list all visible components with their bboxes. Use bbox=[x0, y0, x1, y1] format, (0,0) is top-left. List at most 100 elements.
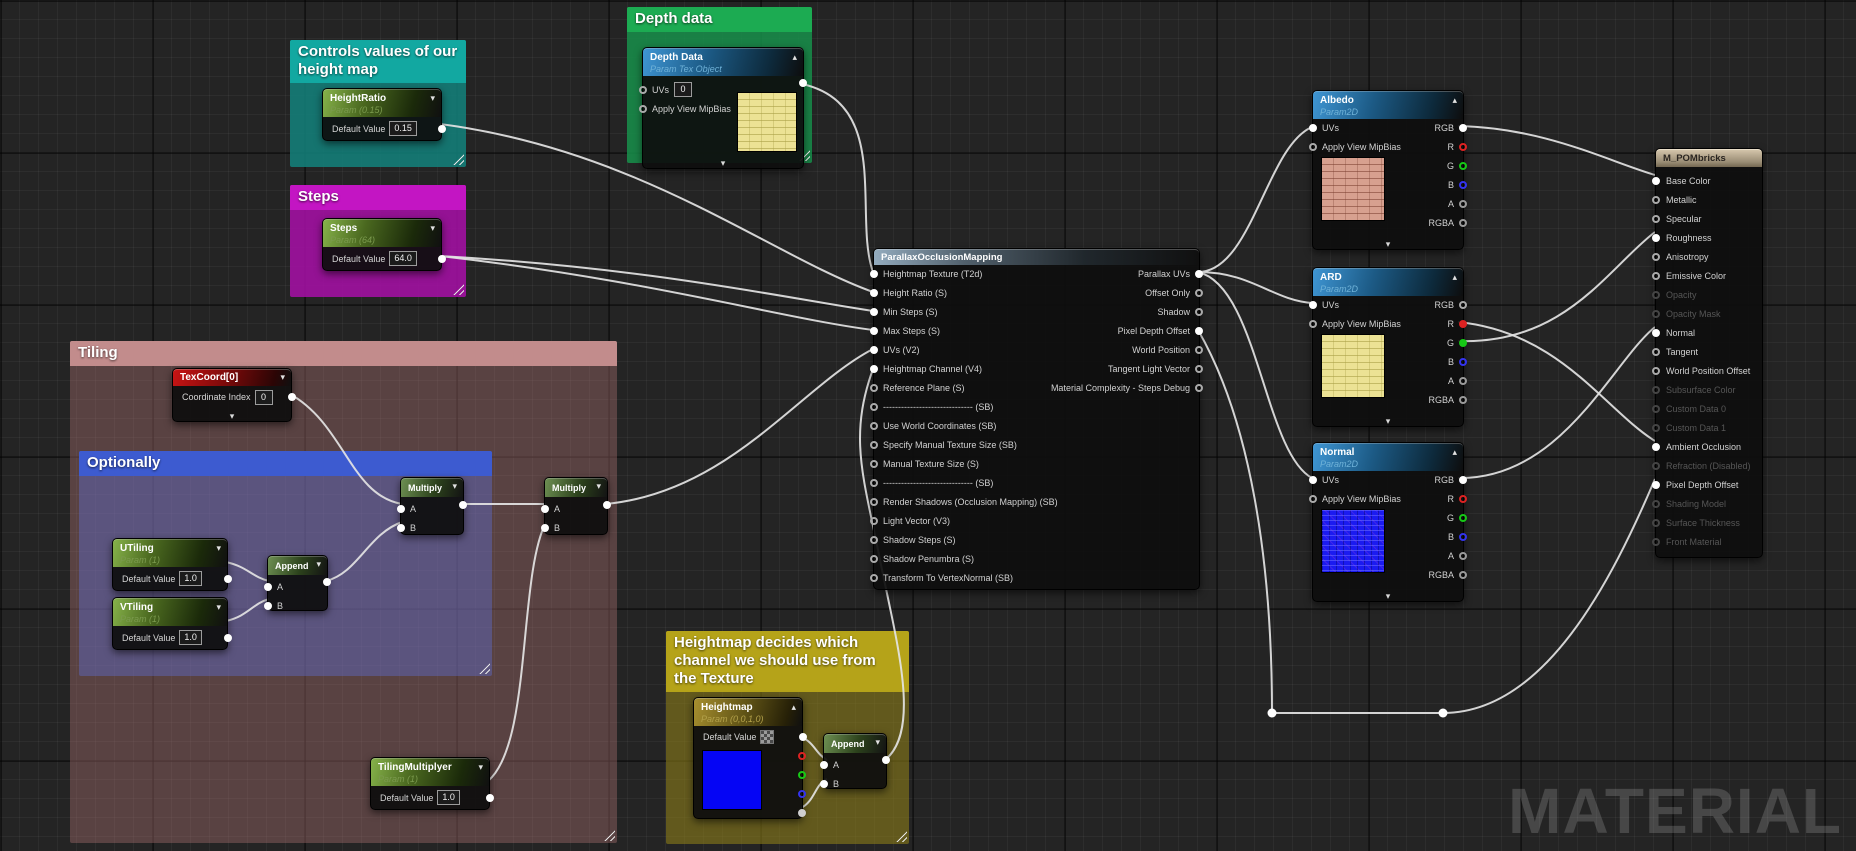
node-normal[interactable]: Normal Param2D ▴ UVs Apply View MipBias … bbox=[1309, 442, 1467, 602]
comment-header[interactable]: Heightmap decides which channel we shoul… bbox=[666, 631, 909, 692]
color-swatch[interactable] bbox=[760, 730, 775, 744]
output-pin[interactable] bbox=[486, 793, 494, 802]
channel-pin-row[interactable] bbox=[798, 803, 806, 822]
texture-output-row[interactable]: A bbox=[1428, 194, 1467, 213]
output-pin[interactable] bbox=[1459, 551, 1467, 560]
material-pin-row[interactable]: Specular bbox=[1652, 209, 1762, 228]
node-header[interactable]: Append ▾ bbox=[268, 556, 327, 575]
node-vtiling[interactable]: VTiling Param (1) ▾ Default Value 1.0 bbox=[112, 597, 232, 650]
node-tiling-multiplyer[interactable]: TilingMultiplyer Param (1) ▾ Default Val… bbox=[370, 757, 494, 810]
chevron-down-icon[interactable]: ▾ bbox=[430, 224, 435, 233]
uvs-input-row[interactable]: UVs bbox=[1309, 470, 1401, 489]
wire[interactable] bbox=[439, 255, 874, 331]
mip-input-row[interactable]: Apply View MipBias bbox=[1309, 314, 1401, 333]
resize-handle[interactable] bbox=[453, 284, 464, 295]
node-header[interactable]: Multiply ▾ bbox=[401, 478, 463, 497]
material-pin-row[interactable]: Subsurface Color bbox=[1652, 380, 1762, 399]
material-pin[interactable] bbox=[1652, 271, 1660, 280]
output-pin[interactable] bbox=[603, 501, 611, 509]
default-value-input[interactable]: 1.0 bbox=[179, 571, 202, 586]
chevron-down-icon[interactable]: ▾ bbox=[452, 482, 457, 491]
input-a-row[interactable]: A bbox=[820, 755, 886, 774]
chevron-down-icon[interactable]: ▾ bbox=[316, 560, 321, 569]
node-header[interactable]: Heightmap Param (0,0,1,0) ▴ bbox=[694, 698, 802, 726]
material-pin-row[interactable]: Metallic bbox=[1652, 190, 1762, 209]
output-pin[interactable] bbox=[882, 756, 890, 764]
output-pin[interactable] bbox=[438, 254, 446, 263]
input-pin[interactable] bbox=[1309, 142, 1317, 151]
material-pin-row[interactable]: Refraction (Disabled) bbox=[1652, 456, 1762, 475]
pom-input-pin-row[interactable]: ------------------------------ (SB) bbox=[870, 473, 1058, 492]
texture-output-row[interactable]: RGB bbox=[1428, 470, 1467, 489]
uvs-input-row[interactable]: UVs bbox=[1309, 118, 1401, 137]
pom-input-pin-row[interactable]: Heightmap Channel (V4) bbox=[870, 359, 1058, 378]
input-pin[interactable] bbox=[870, 535, 878, 544]
channel-pin-row[interactable] bbox=[798, 746, 806, 765]
output-pin[interactable] bbox=[799, 79, 807, 87]
input-pin-a[interactable] bbox=[397, 504, 405, 513]
material-pin[interactable] bbox=[1652, 385, 1660, 394]
input-b-row[interactable]: B bbox=[264, 596, 327, 615]
node-texcoord[interactable]: TexCoord[0] ▾ Coordinate Index 0 ▾ bbox=[172, 368, 296, 422]
material-pin[interactable] bbox=[1652, 214, 1660, 223]
output-pin[interactable] bbox=[1459, 338, 1467, 347]
graph-canvas[interactable]: Controls values of our height map Steps … bbox=[0, 0, 1856, 851]
output-pin[interactable] bbox=[438, 124, 446, 133]
input-pin[interactable] bbox=[870, 307, 878, 316]
input-pin[interactable] bbox=[870, 421, 878, 430]
input-a-row[interactable]: A bbox=[264, 577, 327, 596]
wire[interactable] bbox=[605, 348, 874, 505]
material-pin[interactable] bbox=[1652, 366, 1660, 375]
default-value-input[interactable]: 0.15 bbox=[389, 121, 417, 136]
collapse-icon[interactable]: ▴ bbox=[791, 703, 796, 712]
pom-output-pin-row[interactable]: Parallax UVs bbox=[1051, 264, 1203, 283]
node-ard[interactable]: ARD Param2D ▴ UVs Apply View MipBias RGB bbox=[1309, 267, 1467, 427]
input-pin[interactable] bbox=[870, 345, 878, 354]
node-material-result[interactable]: M_POMbricks Base Color Metallic Specular bbox=[1652, 148, 1763, 558]
output-pin[interactable] bbox=[1459, 475, 1467, 484]
output-pin[interactable] bbox=[224, 633, 232, 642]
resize-handle[interactable] bbox=[896, 831, 907, 842]
uvs-value[interactable]: 0 bbox=[674, 82, 693, 97]
node-header[interactable]: Append ▾ bbox=[824, 734, 886, 753]
node-steps[interactable]: Steps Param (64) ▾ Default Value 64.0 bbox=[322, 218, 446, 271]
output-pin[interactable] bbox=[1459, 218, 1467, 227]
pom-input-pin-row[interactable]: Height Ratio (S) bbox=[870, 283, 1058, 302]
input-pin[interactable] bbox=[870, 554, 878, 563]
input-pin[interactable] bbox=[870, 402, 878, 411]
wire[interactable] bbox=[1457, 326, 1656, 480]
texture-output-row[interactable]: R bbox=[1428, 314, 1467, 333]
output-pin[interactable] bbox=[323, 578, 331, 586]
comment-header[interactable]: Controls values of our height map bbox=[290, 40, 466, 83]
texture-output-row[interactable]: A bbox=[1428, 546, 1467, 565]
pom-output-pin-row[interactable]: Tangent Light Vector bbox=[1051, 359, 1203, 378]
texture-output-row[interactable]: RGBA bbox=[1428, 565, 1467, 584]
pom-input-pin-row[interactable]: Use World Coordinates (SB) bbox=[870, 416, 1058, 435]
input-pin[interactable] bbox=[870, 573, 878, 582]
material-pin-row[interactable]: Emissive Color bbox=[1652, 266, 1762, 285]
chevron-down-icon[interactable]: ▾ bbox=[216, 544, 221, 553]
node-header[interactable]: Albedo Param2D ▴ bbox=[1313, 91, 1463, 119]
pom-input-pin-row[interactable]: Render Shadows (Occlusion Mapping) (SB) bbox=[870, 492, 1058, 511]
output-pin[interactable] bbox=[1459, 300, 1467, 309]
material-pin[interactable] bbox=[1652, 442, 1660, 451]
input-pin[interactable] bbox=[870, 516, 878, 525]
output-pin[interactable] bbox=[799, 733, 807, 741]
output-pin[interactable] bbox=[1459, 376, 1467, 385]
pom-input-pin-row[interactable]: ------------------------------ (SB) bbox=[870, 397, 1058, 416]
material-pin[interactable] bbox=[1652, 233, 1660, 242]
node-header[interactable]: Normal Param2D ▴ bbox=[1313, 443, 1463, 471]
texture-output-row[interactable]: R bbox=[1428, 137, 1467, 156]
material-pin-row[interactable]: Surface Thickness bbox=[1652, 513, 1762, 532]
node-header[interactable]: TexCoord[0] ▾ bbox=[173, 369, 291, 386]
texture-output-row[interactable]: B bbox=[1428, 527, 1467, 546]
output-pin[interactable] bbox=[1195, 269, 1203, 278]
input-pin-b[interactable] bbox=[397, 523, 405, 532]
node-header[interactable]: Multiply ▾ bbox=[545, 478, 607, 497]
chevron-down-icon[interactable]: ▾ bbox=[721, 158, 726, 168]
node-header[interactable]: Steps Param (64) ▾ bbox=[323, 219, 441, 247]
resize-handle[interactable] bbox=[453, 154, 464, 165]
wire[interactable] bbox=[801, 83, 874, 273]
resize-handle[interactable] bbox=[479, 663, 490, 674]
input-a-row[interactable]: A bbox=[397, 499, 463, 518]
